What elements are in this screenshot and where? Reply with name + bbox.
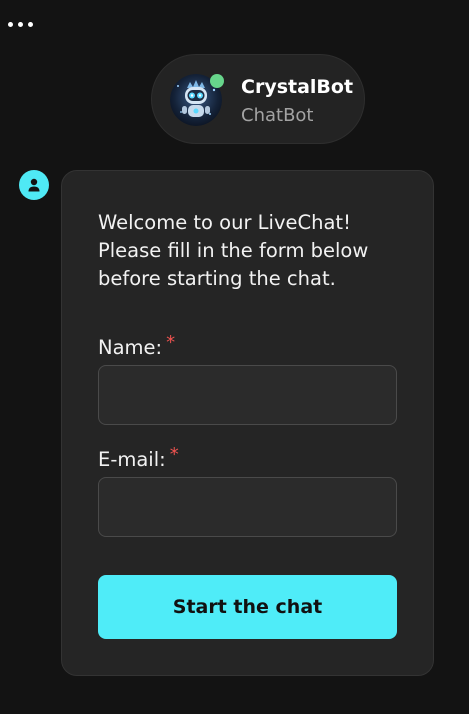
- name-label-text: Name:: [98, 336, 163, 359]
- email-label-text: E-mail:: [98, 448, 166, 471]
- bot-avatar-wrapper: [170, 74, 224, 126]
- more-dot: [8, 21, 13, 27]
- user-avatar-icon: [19, 170, 49, 200]
- name-input[interactable]: [98, 365, 397, 425]
- bot-role: ChatBot: [241, 105, 314, 126]
- start-chat-button[interactable]: Start the chat: [98, 575, 397, 639]
- bot-header: CrystalBot ChatBot: [151, 54, 365, 144]
- prechat-form-card: Welcome to our LiveChat! Please fill in …: [61, 170, 434, 676]
- person-icon: [28, 178, 40, 192]
- email-label: E-mail: *: [98, 442, 179, 473]
- required-marker: *: [169, 444, 179, 465]
- welcome-message: Welcome to our LiveChat! Please fill in …: [98, 211, 369, 290]
- more-dot: [28, 21, 33, 27]
- online-status-indicator: [210, 74, 224, 88]
- email-input[interactable]: [98, 477, 397, 537]
- required-marker: *: [166, 332, 176, 353]
- more-dot: [18, 21, 23, 27]
- chat-widget: CrystalBot ChatBot Welcome to our LiveCh…: [0, 0, 469, 714]
- name-label: Name: *: [98, 330, 175, 361]
- more-options-icon[interactable]: [8, 16, 44, 32]
- bot-name: CrystalBot: [241, 76, 354, 98]
